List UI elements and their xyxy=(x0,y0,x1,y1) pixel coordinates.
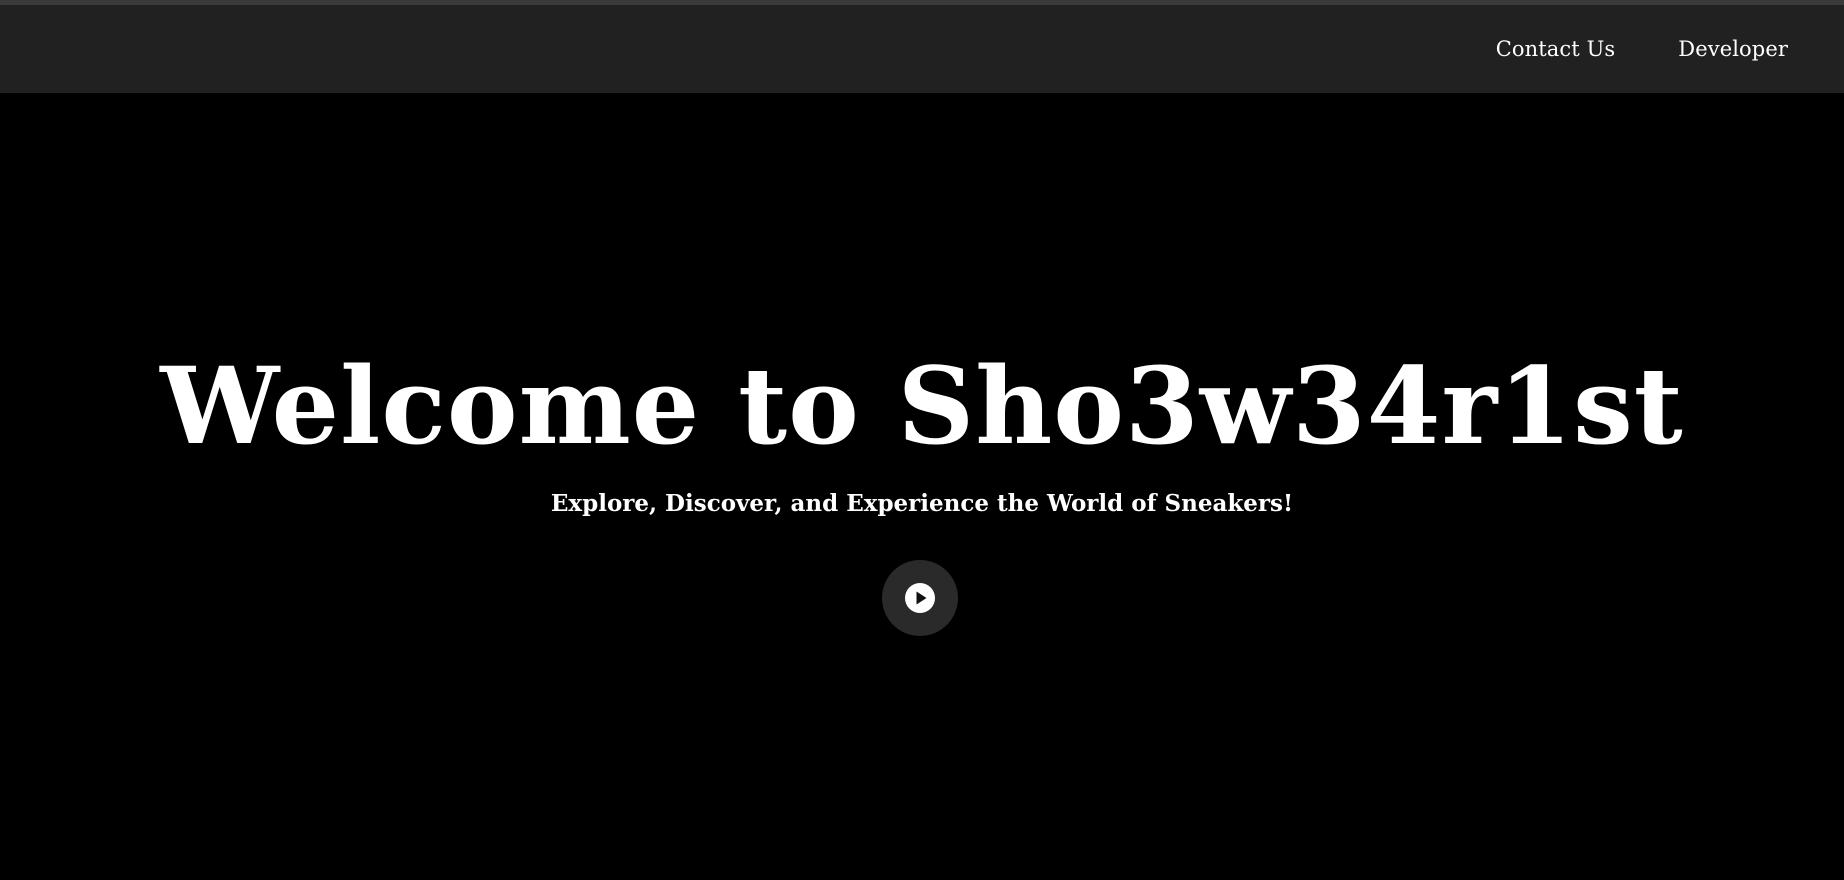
play-video-button[interactable] xyxy=(882,560,958,636)
hero-subtitle: Explore, Discover, and Experience the Wo… xyxy=(550,490,1294,517)
nav-link-developer[interactable]: Developer xyxy=(1678,37,1788,61)
hero-title: Welcome to Sho3w34r1st xyxy=(160,343,1684,468)
navbar: Contact Us Developer xyxy=(0,5,1844,93)
nav-links: Contact Us Developer xyxy=(1496,5,1788,93)
nav-link-contact-us[interactable]: Contact Us xyxy=(1496,37,1616,61)
hero-section: Welcome to Sho3w34r1st Explore, Discover… xyxy=(0,93,1844,880)
play-circle-icon xyxy=(905,583,935,613)
